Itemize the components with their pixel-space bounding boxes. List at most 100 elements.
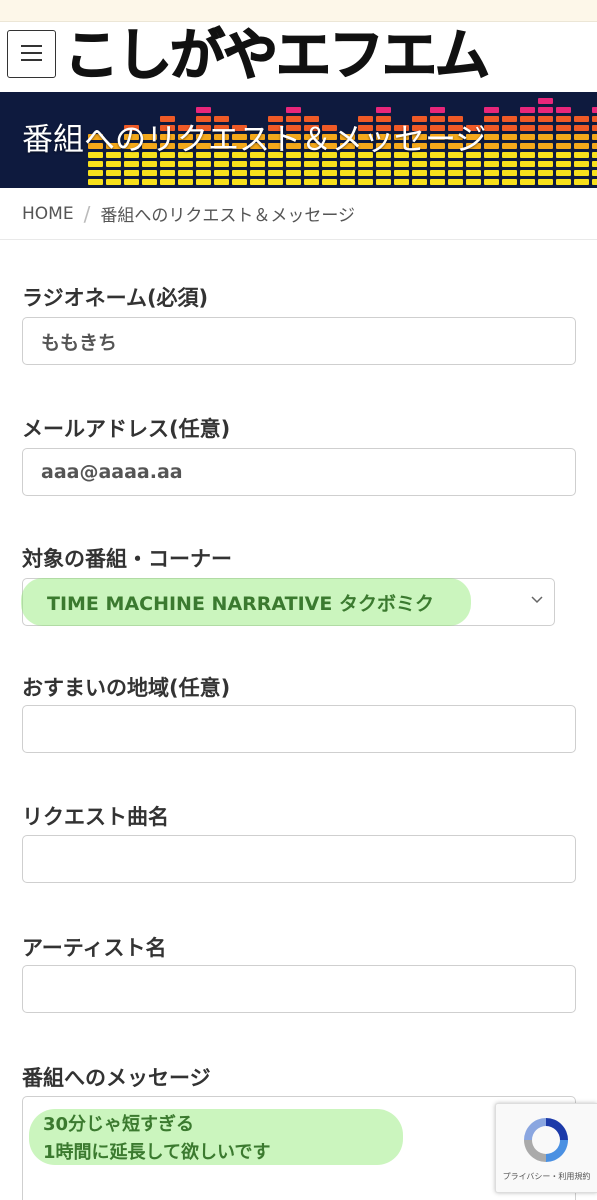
- equalizer-segment: [304, 170, 319, 176]
- artist-label: アーティスト名: [22, 936, 167, 960]
- equalizer-segment: [250, 179, 265, 185]
- equalizer-segment: [232, 170, 247, 176]
- equalizer-segment: [574, 116, 589, 122]
- top-status-strip: [0, 0, 597, 22]
- radio-name-input[interactable]: ももきち: [22, 317, 576, 365]
- equalizer-segment: [376, 161, 391, 167]
- equalizer-segment: [358, 161, 373, 167]
- program-selected-value: TIME MACHINE NARRATIVE タクボミク: [47, 592, 434, 615]
- equalizer-segment: [160, 161, 175, 167]
- chevron-down-icon: [531, 596, 543, 604]
- equalizer-segment: [340, 179, 355, 185]
- message-label: 番組へのメッセージ: [22, 1066, 211, 1090]
- email-input[interactable]: aaa@aaaa.aa: [22, 448, 576, 496]
- equalizer-segment: [502, 143, 517, 149]
- equalizer-segment: [556, 170, 571, 176]
- page-title: 番組へのリクエスト＆メッセージ: [22, 122, 487, 158]
- equalizer-segment: [286, 161, 301, 167]
- equalizer-segment: [304, 179, 319, 185]
- equalizer-segment: [376, 170, 391, 176]
- program-label: 対象の番組・コーナー: [22, 547, 232, 571]
- equalizer-segment: [106, 170, 121, 176]
- hamburger-menu-button[interactable]: [7, 30, 56, 78]
- message-line: 30分じゃ短すぎる: [43, 1114, 195, 1135]
- equalizer-segment: [376, 107, 391, 113]
- equalizer-segment: [538, 170, 553, 176]
- equalizer-segment: [484, 179, 499, 185]
- equalizer-segment: [448, 161, 463, 167]
- equalizer-segment: [286, 170, 301, 176]
- equalizer-segment: [412, 170, 427, 176]
- equalizer-segment: [430, 170, 445, 176]
- email-label: メールアドレス(任意): [22, 417, 231, 441]
- equalizer-segment: [196, 170, 211, 176]
- equalizer-segment: [106, 161, 121, 167]
- radio-name-value: ももきち: [41, 331, 118, 354]
- area-input[interactable]: [22, 705, 576, 753]
- site-header: こしがやエフエム: [0, 22, 597, 92]
- equalizer-segment: [592, 116, 597, 122]
- equalizer-segment: [592, 179, 597, 185]
- equalizer-segment: [268, 170, 283, 176]
- equalizer-segment: [502, 170, 517, 176]
- equalizer-segment: [538, 116, 553, 122]
- equalizer-segment: [268, 179, 283, 185]
- hamburger-menu-icon: [21, 45, 42, 47]
- equalizer-segment: [502, 152, 517, 158]
- equalizer-segment: [538, 179, 553, 185]
- equalizer-segment: [232, 179, 247, 185]
- program-select[interactable]: TIME MACHINE NARRATIVE タクボミク: [21, 578, 555, 626]
- equalizer-segment: [124, 161, 139, 167]
- equalizer-segment: [430, 161, 445, 167]
- equalizer-segment: [556, 134, 571, 140]
- equalizer-segment: [538, 152, 553, 158]
- equalizer-segment: [88, 161, 103, 167]
- equalizer-segment: [538, 107, 553, 113]
- equalizer-segment: [124, 179, 139, 185]
- recaptcha-logo-icon: [524, 1118, 568, 1162]
- equalizer-segment: [160, 170, 175, 176]
- equalizer-segment: [520, 125, 535, 131]
- equalizer-segment: [592, 125, 597, 131]
- equalizer-segment: [520, 116, 535, 122]
- equalizer-segment: [538, 134, 553, 140]
- equalizer-segment: [574, 179, 589, 185]
- recaptcha-badge[interactable]: プライバシー・利用規約: [495, 1103, 597, 1193]
- equalizer-segment: [466, 161, 481, 167]
- equalizer-segment: [412, 161, 427, 167]
- page-banner: 番組へのリクエスト＆メッセージ: [0, 92, 597, 188]
- breadcrumb-separator: /: [83, 201, 91, 226]
- equalizer-segment: [502, 116, 517, 122]
- breadcrumb-home-link[interactable]: HOME: [22, 204, 74, 224]
- equalizer-segment: [394, 179, 409, 185]
- equalizer-segment: [502, 161, 517, 167]
- equalizer-segment: [178, 161, 193, 167]
- equalizer-segment: [88, 170, 103, 176]
- equalizer-segment: [574, 152, 589, 158]
- equalizer-segment: [250, 161, 265, 167]
- equalizer-segment: [448, 170, 463, 176]
- equalizer-segment: [196, 161, 211, 167]
- recaptcha-terms[interactable]: プライバシー・利用規約: [496, 1171, 597, 1182]
- equalizer-segment: [538, 143, 553, 149]
- equalizer-segment: [574, 170, 589, 176]
- equalizer-segment: [412, 179, 427, 185]
- equalizer-segment: [196, 179, 211, 185]
- message-textarea[interactable]: 30分じゃ短すぎる 1時間に延長して欲しいです: [22, 1096, 576, 1200]
- equalizer-segment: [520, 161, 535, 167]
- equalizer-segment: [556, 125, 571, 131]
- equalizer-segment: [394, 170, 409, 176]
- equalizer-segment: [178, 179, 193, 185]
- equalizer-segment: [574, 125, 589, 131]
- equalizer-segment: [142, 179, 157, 185]
- artist-input[interactable]: [22, 965, 576, 1013]
- equalizer-segment: [484, 107, 499, 113]
- equalizer-segment: [286, 179, 301, 185]
- equalizer-segment: [520, 107, 535, 113]
- song-input[interactable]: [22, 835, 576, 883]
- equalizer-segment: [592, 152, 597, 158]
- equalizer-segment: [484, 170, 499, 176]
- equalizer-segment: [214, 179, 229, 185]
- site-logo[interactable]: こしがやエフエム: [63, 23, 491, 87]
- equalizer-segment: [520, 170, 535, 176]
